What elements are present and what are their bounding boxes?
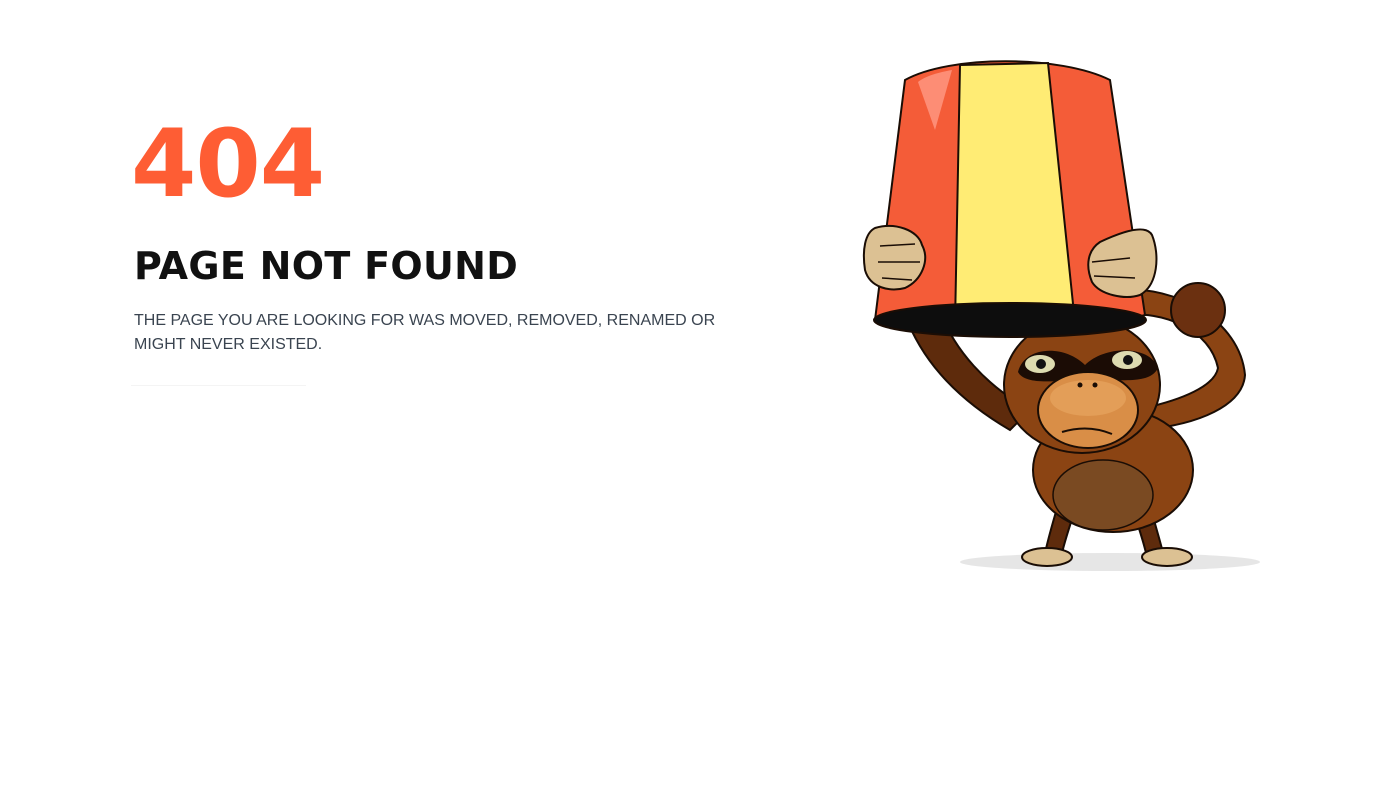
left-foot: [1021, 547, 1073, 567]
nostril-right: [1092, 382, 1098, 388]
divider: [131, 385, 306, 386]
muzzle-highlight: [1050, 380, 1126, 416]
belly: [1052, 459, 1154, 531]
left-pupil: [1036, 359, 1046, 369]
error-code: 404: [131, 110, 325, 219]
left-hand: [862, 225, 927, 291]
right-ear: [1170, 282, 1226, 338]
error-page: 404 PAGE NOT FOUND THE PAGE YOU ARE LOOK…: [0, 0, 1400, 800]
error-title: PAGE NOT FOUND: [134, 244, 519, 288]
right-pupil: [1123, 355, 1133, 365]
bucket-rim: [873, 302, 1147, 338]
error-message: THE PAGE YOU ARE LOOKING FOR WAS MOVED, …: [134, 312, 716, 353]
right-foot: [1141, 547, 1193, 567]
nostril-left: [1077, 382, 1083, 388]
shadow: [960, 553, 1260, 571]
monkey-with-bucket-icon: [862, 60, 1260, 571]
